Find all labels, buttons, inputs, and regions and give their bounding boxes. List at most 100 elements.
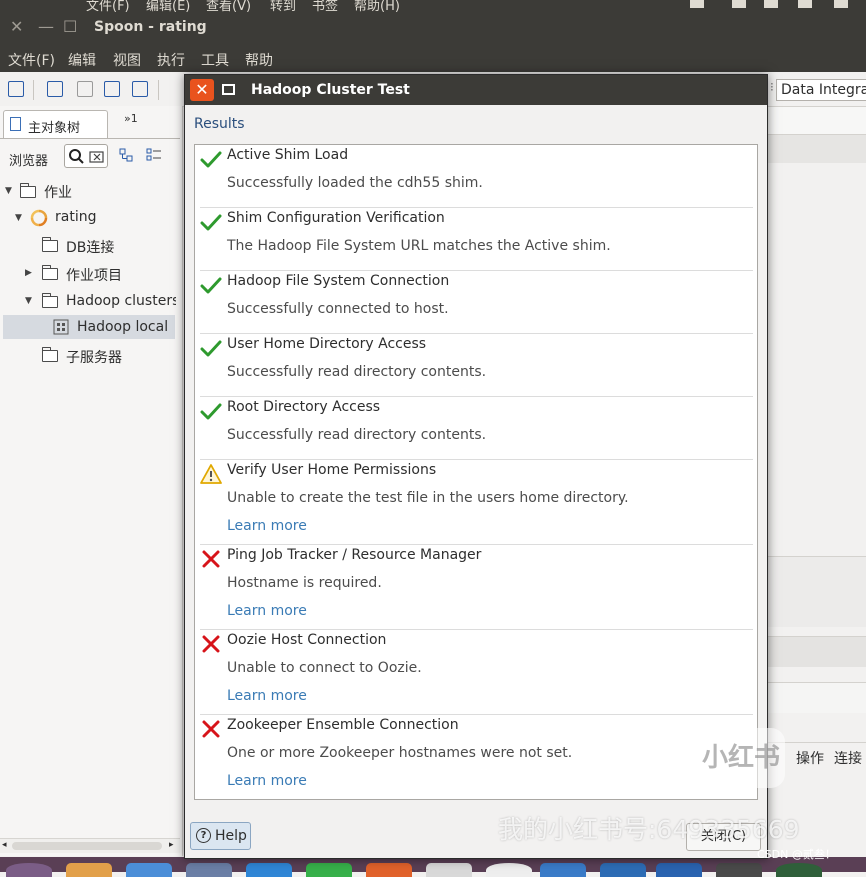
tree-item-db-connections[interactable]: DB连接 <box>66 237 114 257</box>
learn-more-link[interactable]: Learn more <box>227 518 307 534</box>
tree-item-slave-servers[interactable]: 子服务器 <box>66 347 122 367</box>
collapse-tree-icon[interactable] <box>119 147 133 162</box>
save-icon[interactable] <box>104 81 120 97</box>
result-item: User Home Directory Access Successfully r… <box>200 334 753 397</box>
scroll-left-icon[interactable]: ◂ <box>2 840 7 850</box>
success-check-icon <box>200 274 222 296</box>
dialog-maximize-icon[interactable] <box>222 84 235 95</box>
calendar-icon[interactable] <box>764 0 778 8</box>
watermark-text: 我的小红书号:649335669 <box>498 815 800 844</box>
tree-item-hadoop-clusters[interactable]: Hadoop clusters <box>66 293 176 309</box>
learn-more-link[interactable]: Learn more <box>227 688 307 704</box>
expand-arrow-icon[interactable]: ▼ <box>15 213 22 223</box>
dock-app-icon[interactable] <box>656 863 702 877</box>
tree-item-rating[interactable]: rating <box>55 209 96 225</box>
cluster-icon <box>53 319 69 335</box>
dock-app-icon[interactable] <box>600 863 646 877</box>
system-menu-help[interactable]: 帮助(H) <box>354 0 400 12</box>
menu-tools[interactable]: 工具 <box>201 50 229 70</box>
result-name: Verify User Home Permissions <box>227 462 437 478</box>
learn-more-link[interactable]: Learn more <box>227 603 307 619</box>
menu-run[interactable]: 执行 <box>157 50 185 70</box>
system-menu-goto[interactable]: 转到 <box>270 0 296 12</box>
dock-app-icon[interactable] <box>366 863 412 877</box>
menu-file[interactable]: 文件(F) <box>8 50 55 70</box>
connection-label[interactable]: 连接 <box>834 748 862 768</box>
result-name: Shim Configuration Verification <box>227 210 445 226</box>
tab-overflow[interactable]: »1 <box>124 112 138 125</box>
result-message: One or more Zookeeper hostnames were not… <box>227 745 573 761</box>
toolbar-separator <box>33 80 34 100</box>
system-menu-edit[interactable]: 编辑(E) <box>146 0 190 12</box>
tree-item-jobs[interactable]: 作业 <box>44 182 72 202</box>
dialog-close-icon[interactable]: ✕ <box>190 79 214 101</box>
result-name: Ping Job Tracker / Resource Manager <box>227 547 482 563</box>
scroll-right-icon[interactable]: ▸ <box>169 840 174 850</box>
tree-item-job-entries[interactable]: 作业项目 <box>66 265 122 285</box>
perspective-selector[interactable]: Data Integration <box>776 79 866 101</box>
dock-app-icon[interactable] <box>186 863 232 877</box>
window-minimize-icon[interactable]: — <box>38 17 54 36</box>
dock-app-icon[interactable] <box>306 863 352 877</box>
tree-item-hadoop-local[interactable]: Hadoop local <box>77 319 168 335</box>
window-title-bar: ✕ — ☐ Spoon - rating <box>0 12 866 44</box>
dock-app-icon[interactable] <box>246 863 292 877</box>
network-icon[interactable] <box>690 0 704 8</box>
scrollbar-thumb[interactable] <box>12 842 162 850</box>
save-as-icon[interactable] <box>132 81 148 97</box>
dock-app-icon[interactable] <box>716 863 762 877</box>
explore-repository-icon[interactable] <box>77 81 93 97</box>
success-check-icon <box>200 148 222 170</box>
system-menu-bookmarks[interactable]: 书签 <box>312 0 338 12</box>
folder-icon <box>19 183 36 198</box>
dialog-title-bar: ✕ Hadoop Cluster Test <box>185 75 767 105</box>
new-file-icon[interactable] <box>8 81 24 97</box>
results-list[interactable]: Active Shim Load Successfully loaded the … <box>194 144 758 800</box>
dock-app-icon[interactable] <box>776 863 822 877</box>
result-name: Hadoop File System Connection <box>227 273 450 289</box>
window-title: Spoon - rating <box>94 19 207 35</box>
operations-label[interactable]: 操作 <box>796 748 824 768</box>
help-icon: ? <box>196 828 211 843</box>
horizontal-scrollbar[interactable]: ◂ ▸ <box>0 838 180 853</box>
menu-view[interactable]: 视图 <box>113 50 141 70</box>
keyboard-icon[interactable] <box>732 0 746 8</box>
result-message: Unable to connect to Oozie. <box>227 660 422 676</box>
tab-main-object-tree[interactable]: 主对象树 <box>3 110 108 139</box>
expand-arrow-icon[interactable]: ▼ <box>5 186 12 196</box>
dock-app-icon[interactable] <box>126 863 172 877</box>
expand-tree-icon[interactable] <box>146 147 162 161</box>
expand-arrow-icon[interactable]: ▼ <box>25 296 32 306</box>
system-menu-file[interactable]: 文件(F) <box>86 0 130 12</box>
folder-icon <box>41 265 58 280</box>
result-message: Unable to create the test file in the us… <box>227 490 629 506</box>
result-item: Ping Job Tracker / Resource Manager Hostn… <box>200 545 753 630</box>
menu-help[interactable]: 帮助 <box>245 50 273 70</box>
result-message: Hostname is required. <box>227 575 382 591</box>
result-item: Zookeeper Ensemble Connection One or more… <box>200 715 753 799</box>
job-icon <box>30 209 48 227</box>
settings-icon[interactable] <box>834 0 848 8</box>
collapse-arrow-icon[interactable]: ▶ <box>25 268 32 278</box>
hadoop-cluster-test-dialog: ✕ Hadoop Cluster Test Results Active Shi… <box>184 74 768 859</box>
dock-app-icon[interactable] <box>66 863 112 877</box>
dock-app-icon[interactable] <box>426 863 472 877</box>
window-maximize-icon[interactable]: ☐ <box>63 17 77 36</box>
dock-app-icon[interactable] <box>6 863 52 877</box>
search-field[interactable] <box>64 144 108 168</box>
result-item: Oozie Host Connection Unable to connect t… <box>200 630 753 715</box>
learn-more-link[interactable]: Learn more <box>227 773 307 789</box>
dock-app-icon[interactable] <box>486 863 532 877</box>
window-close-icon[interactable]: ✕ <box>10 17 23 36</box>
result-message: Successfully loaded the cdh55 shim. <box>227 175 483 191</box>
system-top-bar: 文件(F) 编辑(E) 查看(V) 转到 书签 帮助(H) <box>0 0 866 12</box>
result-item: Shim Configuration Verification The Hadoo… <box>200 208 753 271</box>
system-menu-view[interactable]: 查看(V) <box>206 0 251 12</box>
menu-edit[interactable]: 编辑 <box>68 50 96 70</box>
dock-app-icon[interactable] <box>540 863 586 877</box>
result-item: Hadoop File System Connection Successfull… <box>200 271 753 334</box>
help-button[interactable]: ? Help <box>190 822 251 850</box>
open-folder-icon[interactable] <box>47 81 63 97</box>
transfer-icon[interactable] <box>798 0 812 8</box>
left-panel: 主对象树 »1 浏览器 ▼ 作业 ▼ rating DB连接 ▶ 作业项目 ▼ … <box>0 106 183 856</box>
